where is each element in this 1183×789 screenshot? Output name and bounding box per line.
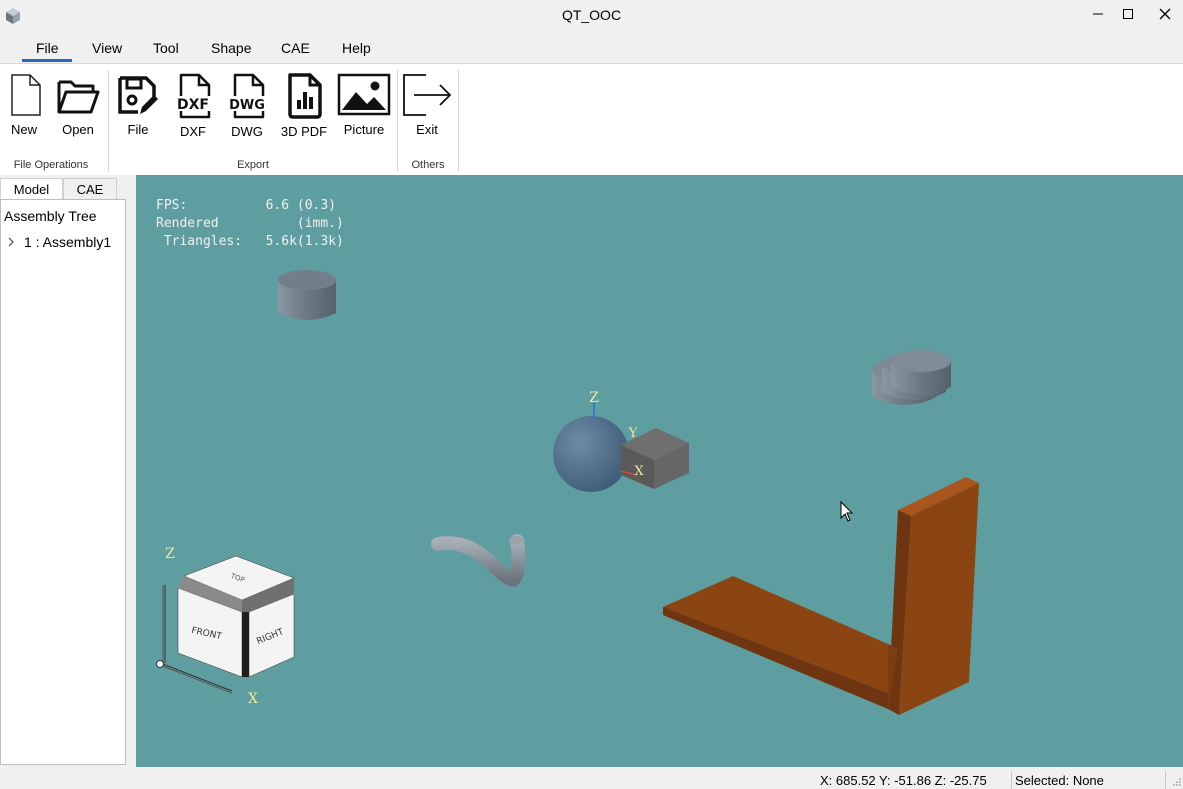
tab-model[interactable]: Model <box>0 178 63 199</box>
tree-item-assembly1[interactable]: 1 : Assembly1 <box>7 234 111 250</box>
exit-label: Exit <box>416 122 438 137</box>
menu-view[interactable]: View <box>92 40 122 56</box>
export-picture-label: Picture <box>343 122 385 137</box>
menu-tool[interactable]: Tool <box>153 40 179 56</box>
cylinder-shape[interactable] <box>278 270 336 320</box>
minimize-icon <box>1093 13 1103 15</box>
folder-open-icon <box>57 80 100 114</box>
new-file-icon <box>11 74 41 116</box>
export-3d-pdf-label: 3D PDF <box>280 124 328 139</box>
left-panel: Model CAE Assembly Tree 1 : Assembly1 <box>0 175 128 765</box>
close-button[interactable] <box>1147 0 1183 28</box>
sphere-shape[interactable] <box>553 416 629 492</box>
tree-header: Assembly Tree <box>4 208 97 224</box>
menu-help[interactable]: Help <box>342 40 371 56</box>
maximize-icon <box>1123 9 1133 19</box>
assembly-tree[interactable]: Assembly Tree 1 : Assembly1 <box>0 199 126 765</box>
3d-viewport[interactable]: FPS: 6.6 (0.3) Rendered (imm.) Triangles… <box>136 175 1183 767</box>
status-separator <box>1011 771 1012 789</box>
menu-shape[interactable]: Shape <box>211 40 251 56</box>
export-picture-button[interactable]: Picture <box>337 72 391 137</box>
menu-file[interactable]: File <box>36 40 59 56</box>
dwg-file-icon: DWG <box>227 73 267 119</box>
export-3d-pdf-button[interactable]: 3D PDF <box>277 72 331 139</box>
bent-tube-shape[interactable] <box>431 534 526 587</box>
exit-button[interactable]: Exit <box>400 72 454 137</box>
view-axis-z-label: Z <box>165 546 175 562</box>
group-label-file-operations: File Operations <box>13 159 89 171</box>
ribbon-toolbar: New Open File Operations File DXF DXF DW… <box>0 63 1183 175</box>
group-label-export: Export <box>237 159 269 171</box>
ribbon-separator <box>397 70 398 172</box>
dxf-file-icon: DXF <box>174 73 212 119</box>
local-axis-z-label: Z <box>589 390 599 406</box>
title-bar: QT_OOC <box>0 0 1183 30</box>
scene-canvas[interactable]: Z Y X TOP FRONT RIGHT Z X <box>136 175 1183 767</box>
selection-status: Selected: None <box>1015 773 1104 788</box>
tab-cae[interactable]: CAE <box>63 178 117 199</box>
l-plate-shape[interactable] <box>663 477 979 715</box>
svg-text:DXF: DXF <box>177 97 209 113</box>
local-axis-y-label: Y <box>628 426 638 441</box>
view-cube[interactable]: TOP FRONT RIGHT Z X <box>156 546 295 707</box>
local-axis-x-label: X <box>634 464 644 479</box>
export-dxf-button[interactable]: DXF DXF <box>166 72 220 139</box>
new-label: New <box>10 122 37 137</box>
ribbon-separator <box>458 70 459 172</box>
exit-icon <box>403 74 452 116</box>
status-separator <box>1165 771 1166 789</box>
new-button[interactable]: New <box>0 72 51 137</box>
save-edit-icon <box>118 76 158 114</box>
picture-icon <box>337 73 391 116</box>
view-axis-x-label: X <box>248 691 258 707</box>
active-menu-indicator <box>22 59 72 62</box>
export-file-label: File <box>127 122 149 137</box>
cursor-coordinates: X: 685.52 Y: -51.86 Z: -25.75 <box>820 773 987 788</box>
stacked-disc-shape[interactable] <box>872 350 951 405</box>
ribbon-separator <box>108 70 109 172</box>
maximize-button[interactable] <box>1110 0 1146 28</box>
export-dwg-button[interactable]: DWG DWG <box>220 72 274 139</box>
resize-grip-icon[interactable] <box>1172 777 1182 787</box>
group-label-others: Others <box>411 159 445 171</box>
status-bar: X: 685.52 Y: -51.86 Z: -25.75 Selected: … <box>0 767 1183 789</box>
open-label: Open <box>62 122 94 137</box>
export-file-button[interactable]: File <box>111 72 165 137</box>
chevron-right-icon[interactable] <box>7 237 15 247</box>
menu-bar: File View Tool Shape CAE Help <box>0 33 1183 63</box>
mouse-cursor-icon <box>840 500 854 522</box>
export-dwg-label: DWG <box>231 124 263 139</box>
export-dxf-label: DXF <box>180 124 206 139</box>
close-icon <box>1159 8 1171 20</box>
menu-cae[interactable]: CAE <box>281 40 310 56</box>
window-title: QT_OOC <box>561 7 622 23</box>
pdf-chart-icon <box>288 73 322 119</box>
svg-text:DWG: DWG <box>229 98 265 113</box>
open-button[interactable]: Open <box>51 72 105 137</box>
tree-item-label: 1 : Assembly1 <box>24 234 112 250</box>
